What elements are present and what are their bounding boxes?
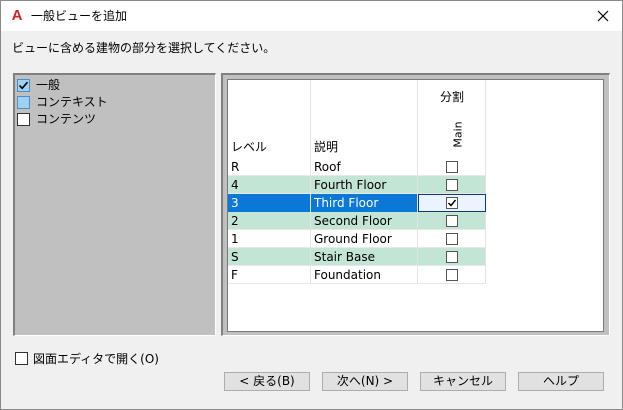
split-group-label: 分割 bbox=[439, 90, 464, 104]
tree-item-label: コンテンツ bbox=[36, 112, 97, 126]
general-checkbox[interactable] bbox=[17, 78, 30, 92]
main-checkbox[interactable] bbox=[446, 197, 458, 209]
level-cell: 1 bbox=[228, 230, 311, 248]
level-cell: 4 bbox=[228, 176, 311, 194]
description-cell: Ground Floor bbox=[311, 230, 418, 248]
column-header-description[interactable]: 説明 bbox=[311, 80, 418, 158]
description-cell: Stair Base bbox=[311, 248, 418, 266]
table-row[interactable]: F Foundation bbox=[228, 266, 486, 284]
tree-item-contents[interactable]: コンテンツ bbox=[17, 111, 96, 127]
column-header-level[interactable]: レベル bbox=[228, 80, 311, 158]
app-logo-icon: A bbox=[11, 7, 23, 24]
level-cell: S bbox=[228, 248, 311, 266]
cancel-button[interactable]: キャンセル bbox=[420, 372, 506, 391]
tree-item-general[interactable]: 一般 bbox=[17, 77, 60, 93]
main-checkbox[interactable] bbox=[445, 233, 458, 245]
table-row[interactable]: 1 Ground Floor bbox=[228, 230, 486, 248]
add-general-view-dialog: A 一般ビューを追加 ビューに含める建物の部分を選択してください。 一般 コンテ… bbox=[0, 0, 623, 410]
level-cell: 3 bbox=[228, 194, 311, 212]
open-in-editor-label: 図面エディタで開く(O) bbox=[33, 352, 159, 366]
column-header-split[interactable]: 分割 Main bbox=[418, 80, 486, 158]
help-button[interactable]: ヘルプ bbox=[518, 372, 604, 391]
open-in-editor-checkbox[interactable] bbox=[15, 352, 28, 365]
description-cell: Fourth Floor bbox=[311, 176, 418, 194]
level-grid-panel: レベル 説明 分割 Main R Roof 4 Fourth Floor 3 T… bbox=[221, 73, 610, 336]
level-cell: R bbox=[228, 158, 311, 176]
next-button[interactable]: 次へ(N) > bbox=[322, 372, 408, 391]
checkmark-icon bbox=[18, 81, 29, 89]
main-cell bbox=[418, 266, 486, 284]
table-row[interactable]: 4 Fourth Floor bbox=[228, 176, 486, 194]
main-checkbox[interactable] bbox=[445, 161, 458, 173]
level-grid: レベル 説明 分割 Main R Roof 4 Fourth Floor 3 T… bbox=[227, 79, 604, 332]
column-header-label: レベル bbox=[231, 140, 268, 154]
main-cell bbox=[418, 230, 486, 248]
checkmark-icon bbox=[447, 199, 457, 207]
description-cell: Third Floor bbox=[311, 194, 418, 212]
description-cell: Roof bbox=[311, 158, 418, 176]
table-row[interactable]: S Stair Base bbox=[228, 248, 486, 266]
grid-header: レベル 説明 分割 Main bbox=[228, 80, 488, 158]
table-row[interactable]: R Roof bbox=[228, 158, 486, 176]
description-cell: Foundation bbox=[311, 266, 418, 284]
column-header-label: 説明 bbox=[314, 140, 339, 154]
description-cell: Second Floor bbox=[311, 212, 418, 230]
dialog-title: 一般ビューを追加 bbox=[31, 9, 128, 23]
close-icon bbox=[597, 10, 609, 22]
main-cell bbox=[418, 248, 486, 266]
main-checkbox[interactable] bbox=[445, 269, 458, 281]
instruction-text: ビューに含める建物の部分を選択してください。 bbox=[12, 41, 276, 55]
main-cell bbox=[418, 158, 486, 176]
main-checkbox[interactable] bbox=[445, 179, 458, 191]
main-cell bbox=[418, 194, 486, 212]
table-row[interactable]: 2 Second Floor bbox=[228, 212, 486, 230]
contents-checkbox[interactable] bbox=[17, 112, 30, 126]
table-row-selected[interactable]: 3 Third Floor bbox=[228, 194, 486, 212]
column-header-main: Main bbox=[451, 121, 465, 148]
level-cell: F bbox=[228, 266, 311, 284]
title-bar: A 一般ビューを追加 bbox=[1, 1, 622, 31]
close-button[interactable] bbox=[591, 5, 615, 27]
main-cell bbox=[418, 176, 486, 194]
context-checkbox[interactable] bbox=[17, 95, 30, 109]
level-cell: 2 bbox=[228, 212, 311, 230]
tree-item-context[interactable]: コンテキスト bbox=[17, 94, 108, 110]
building-parts-tree: 一般 コンテキスト コンテンツ bbox=[13, 73, 216, 336]
tree-item-label: コンテキスト bbox=[36, 95, 108, 109]
main-checkbox[interactable] bbox=[445, 251, 458, 263]
main-cell bbox=[418, 212, 486, 230]
tree-item-label: 一般 bbox=[36, 78, 61, 92]
back-button[interactable]: < 戻る(B) bbox=[224, 372, 310, 391]
open-in-editor-option[interactable]: 図面エディタで開く(O) bbox=[15, 350, 159, 367]
main-checkbox[interactable] bbox=[445, 215, 458, 227]
